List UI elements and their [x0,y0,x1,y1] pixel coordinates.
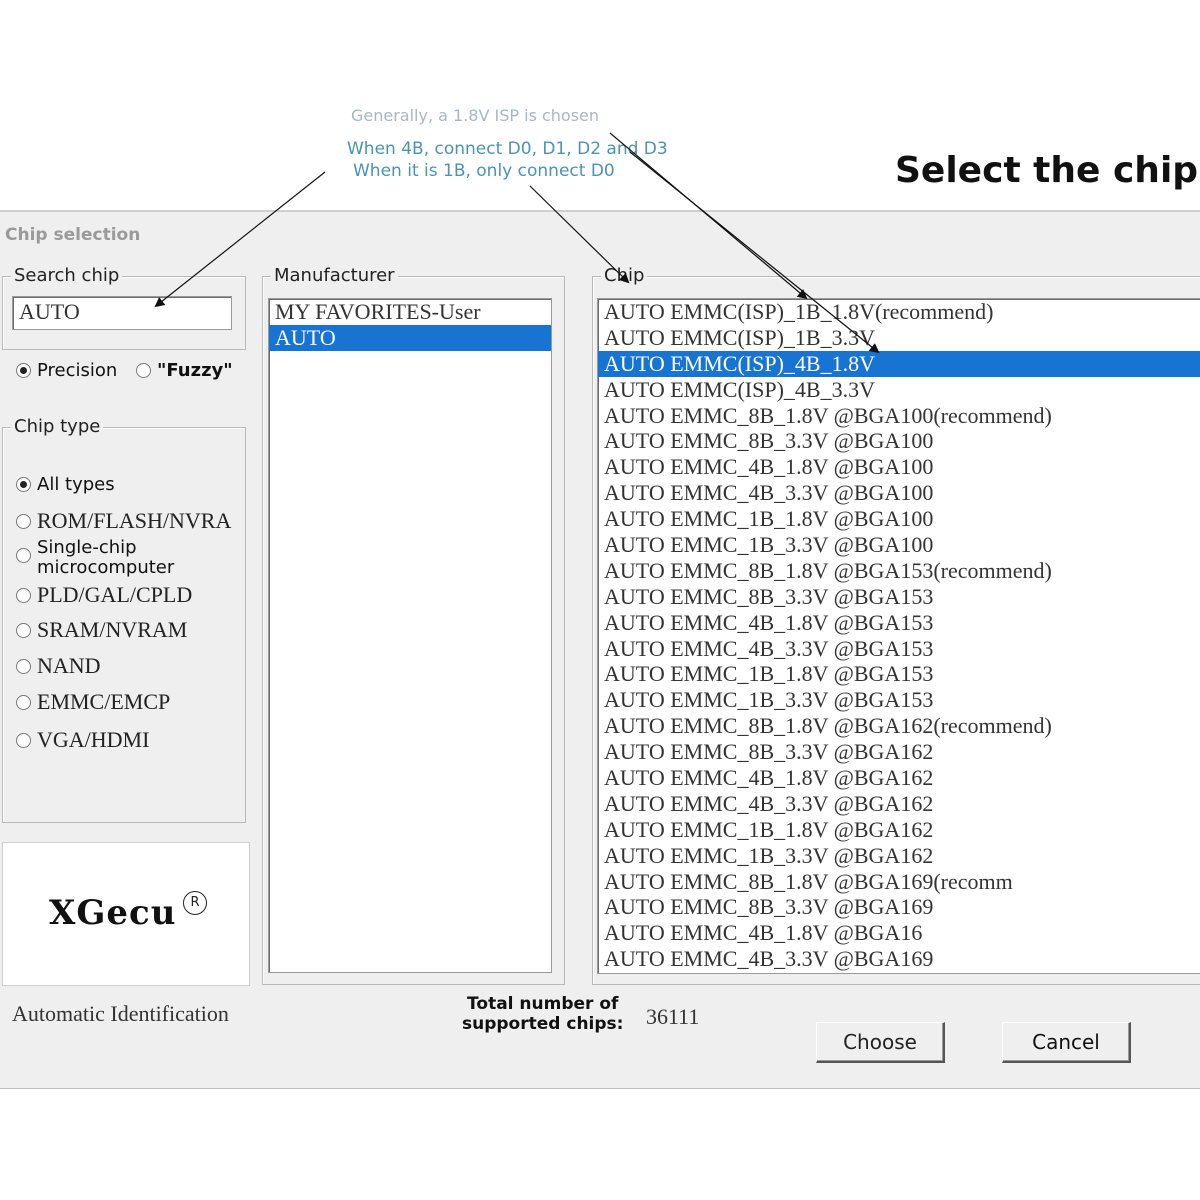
radio-dot-icon [16,694,31,710]
cancel-button[interactable]: Cancel [1002,1022,1131,1063]
chip-item[interactable]: AUTO EMMC_8B_1.8V @BGA169(recomm [598,869,1200,895]
chip-item[interactable]: AUTO EMMC_8B_1.8V @BGA162(recommend) [598,713,1200,739]
radio-dot-icon [16,477,31,492]
chip-item[interactable]: AUTO EMMC(ISP)_4B_3.3V [598,377,1200,403]
precision-label: Precision [37,360,118,381]
precision-radio[interactable]: Precision [16,360,117,381]
type-sram-radio[interactable]: SRAM/NVRAM [16,617,187,643]
chip-item[interactable]: AUTO EMMC_4B_1.8V @BGA162 [598,765,1200,791]
logo-panel: XGecu R [2,842,250,986]
manufacturer-list[interactable]: MY FAVORITES-User AUTO [268,298,552,973]
manufacturer-legend: Manufacturer [271,265,398,286]
chip-item[interactable]: AUTO EMMC_4B_3.3V @BGA153 [598,636,1200,662]
type-emmc-radio[interactable]: EMMC/EMCP [16,689,170,715]
chip-item[interactable]: AUTO EMMC_1B_3.3V @BGA153 [598,687,1200,713]
headline: Select the chip [895,150,1199,191]
annotation-1b-note: When it is 1B, only connect D0 [353,161,615,181]
chip-item[interactable]: AUTO EMMC_1B_1.8V @BGA162 [598,817,1200,843]
chip-item[interactable]: AUTO EMMC_8B_3.3V @BGA153 [598,584,1200,610]
radio-dot-icon [136,363,151,378]
type-pld-radio[interactable]: PLD/GAL/CPLD [16,582,192,608]
type-pld-label: PLD/GAL/CPLD [37,582,193,607]
fuzzy-label: "Fuzzy" [157,360,233,381]
type-all-label: All types [37,474,115,495]
type-rom-label: ROM/FLASH/NVRA [37,508,232,533]
type-emmc-label: EMMC/EMCP [37,689,171,714]
chip-item[interactable]: AUTO EMMC_1B_3.3V @BGA100 [598,532,1200,558]
radio-dot-icon [16,622,31,638]
radio-dot-icon [16,548,31,563]
type-rom-radio[interactable]: ROM/FLASH/NVRA [16,508,231,534]
chip-item[interactable]: AUTO EMMC_4B_1.8V @BGA100 [598,454,1200,480]
chip-selection-dialog: Chip selection Search chip AUTO Precisio… [0,210,1200,1089]
chip-item[interactable]: AUTO EMMC_1B_3.3V @BGA162 [598,843,1200,869]
dialog-title: Chip selection [5,225,141,245]
type-mcu-label-line1: Single-chip [37,537,137,558]
manufacturer-item-selected[interactable]: AUTO [269,324,551,351]
status-text: Automatic Identification [12,1001,229,1026]
type-nand-label: NAND [37,653,101,678]
chip-item[interactable]: AUTO EMMC(ISP)_1B_1.8V(recommend) [598,299,1200,325]
total-label-line2: supported chips: [462,1014,624,1034]
search-chip-legend: Search chip [11,265,123,286]
type-vga-label: VGA/HDMI [37,727,150,752]
chip-item[interactable]: AUTO EMMC(ISP)_1B_3.3V [598,325,1200,351]
chip-item[interactable]: AUTO EMMC_8B_1.8V @BGA153(recommend) [598,558,1200,584]
search-input[interactable]: AUTO [12,296,232,330]
total-label-line1: Total number of [467,994,619,1014]
type-sram-label: SRAM/NVRAM [37,617,188,642]
chip-item[interactable]: AUTO EMMC_4B_3.3V @BGA100 [598,480,1200,506]
xgecu-logo: XGecu [49,893,177,933]
type-mcu-radio[interactable]: Single-chip microcomputer [16,538,174,578]
chip-item-selected[interactable]: AUTO EMMC(ISP)_4B_1.8V [598,350,1200,377]
chip-item[interactable]: AUTO EMMC_4B_3.3V @BGA169 [598,946,1200,972]
choose-button[interactable]: Choose [816,1022,945,1063]
type-mcu-label: Single-chip microcomputer [37,538,174,578]
chip-item[interactable]: AUTO EMMC_8B_1.8V @BGA100(recommend) [598,403,1200,429]
annotation-isp-note: Generally, a 1.8V ISP is chosen [351,106,600,125]
radio-dot-icon [16,658,31,674]
type-all-radio[interactable]: All types [16,474,115,495]
radio-dot-icon [16,587,31,603]
chip-item[interactable]: AUTO EMMC_8B_3.3V @BGA162 [598,739,1200,765]
chip-item[interactable]: AUTO EMMC_4B_3.3V @BGA162 [598,791,1200,817]
chip-item[interactable]: AUTO EMMC_8B_3.3V @BGA169 [598,894,1200,920]
chip-item[interactable]: AUTO EMMC_1B_1.8V @BGA153 [598,661,1200,687]
manufacturer-item[interactable]: MY FAVORITES-User [269,299,551,325]
chip-item[interactable]: AUTO EMMC_1B_1.8V @BGA100 [598,506,1200,532]
chip-item[interactable]: AUTO EMMC_8B_3.3V @BGA100 [598,428,1200,454]
radio-dot-icon [16,732,31,748]
chip-legend: Chip [601,265,648,286]
registered-mark-icon: R [183,891,207,915]
chip-type-legend: Chip type [11,416,104,437]
type-vga-radio[interactable]: VGA/HDMI [16,727,149,753]
total-label: Total number of supported chips: [462,994,623,1034]
type-nand-radio[interactable]: NAND [16,653,101,679]
fuzzy-radio[interactable]: "Fuzzy" [136,360,233,381]
type-mcu-label-line2: microcomputer [37,557,175,578]
radio-dot-icon [16,513,31,529]
annotation-4b-note: When 4B, connect D0, D1, D2 and D3 [347,139,668,159]
chip-item[interactable]: AUTO EMMC_4B_1.8V @BGA153 [598,610,1200,636]
radio-dot-icon [16,363,31,378]
chip-list[interactable]: AUTO EMMC(ISP)_1B_1.8V(recommend) AUTO EM… [597,298,1200,974]
total-value: 36111 [646,1004,700,1029]
chip-item[interactable]: AUTO EMMC_4B_1.8V @BGA16 [598,920,1200,946]
